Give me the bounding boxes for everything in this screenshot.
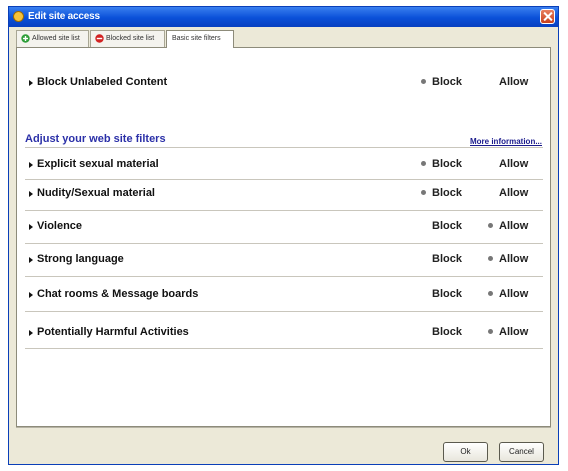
block-label: Block bbox=[432, 187, 462, 199]
expand-arrow-icon[interactable] bbox=[29, 330, 33, 336]
divider bbox=[25, 276, 543, 277]
filter-label: Explicit sexual material bbox=[37, 158, 159, 170]
block-radio[interactable] bbox=[418, 220, 429, 231]
allow-radio[interactable] bbox=[485, 253, 496, 264]
close-button[interactable] bbox=[540, 9, 555, 24]
divider bbox=[25, 311, 543, 312]
ok-button[interactable]: Ok bbox=[443, 442, 488, 462]
filter-row-violence: Violence Block Allow bbox=[27, 212, 537, 242]
allow-label: Allow bbox=[499, 187, 529, 199]
block-label: Block bbox=[432, 288, 462, 300]
divider bbox=[25, 243, 543, 244]
green-plus-icon bbox=[21, 34, 30, 43]
filter-row-harmful-activities: Potentially Harmful Activities Block All… bbox=[27, 318, 537, 348]
expand-arrow-icon[interactable] bbox=[29, 80, 33, 86]
allow-radio[interactable] bbox=[485, 288, 496, 299]
more-information-link[interactable]: More information... bbox=[470, 137, 542, 146]
tab-label: Blocked site list bbox=[106, 35, 155, 42]
filter-row-nudity: Nudity/Sexual material Block Allow bbox=[27, 179, 537, 209]
red-block-icon bbox=[95, 34, 104, 43]
allow-label: Allow bbox=[499, 158, 529, 170]
expand-arrow-icon[interactable] bbox=[29, 292, 33, 298]
allow-radio[interactable] bbox=[485, 220, 496, 231]
divider bbox=[25, 348, 543, 349]
block-radio[interactable] bbox=[418, 158, 429, 169]
block-label: Block bbox=[432, 326, 462, 338]
cancel-button[interactable]: Cancel bbox=[499, 442, 544, 462]
filter-label: Potentially Harmful Activities bbox=[37, 326, 189, 338]
filter-label: Nudity/Sexual material bbox=[37, 187, 155, 199]
expand-arrow-icon[interactable] bbox=[29, 162, 33, 168]
allow-radio[interactable] bbox=[485, 187, 496, 198]
block-radio[interactable] bbox=[418, 253, 429, 264]
block-radio[interactable] bbox=[418, 326, 429, 337]
filter-label: Chat rooms & Message boards bbox=[37, 288, 199, 300]
expand-arrow-icon[interactable] bbox=[29, 191, 33, 197]
footer-separator bbox=[16, 427, 551, 428]
section-title: Adjust your web site filters bbox=[25, 133, 166, 145]
tab-blocked-site-list[interactable]: Blocked site list bbox=[90, 30, 165, 47]
tab-label: Basic site filters bbox=[172, 35, 221, 42]
block-label: Block bbox=[432, 220, 462, 232]
filter-label: Violence bbox=[37, 220, 83, 232]
allow-radio[interactable] bbox=[485, 326, 496, 337]
filter-row-chat-rooms: Chat rooms & Message boards Block Allow bbox=[27, 280, 537, 310]
block-label: Block bbox=[432, 158, 462, 170]
allow-label: Allow bbox=[499, 76, 529, 88]
app-icon bbox=[13, 11, 24, 22]
edit-site-access-dialog: Edit site access Allowed site list Block… bbox=[8, 6, 559, 465]
tab-label: Allowed site list bbox=[32, 35, 80, 42]
filter-label: Block Unlabeled Content bbox=[37, 76, 168, 88]
allow-label: Allow bbox=[499, 253, 529, 265]
expand-arrow-icon[interactable] bbox=[29, 224, 33, 230]
allow-label: Allow bbox=[499, 220, 529, 232]
title-bar[interactable]: Edit site access bbox=[9, 7, 558, 27]
allow-label: Allow bbox=[499, 288, 529, 300]
allow-radio[interactable] bbox=[485, 158, 496, 169]
filter-row-strong-language: Strong language Block Allow bbox=[27, 245, 537, 275]
filter-row-unlabeled: Block Unlabeled Content Block Allow bbox=[27, 68, 537, 98]
block-radio[interactable] bbox=[418, 76, 429, 87]
filter-row-explicit: Explicit sexual material Block Allow bbox=[27, 150, 537, 180]
expand-arrow-icon[interactable] bbox=[29, 257, 33, 263]
divider bbox=[25, 210, 543, 211]
filters-panel: Block Unlabeled Content Block Allow Adju… bbox=[16, 47, 551, 427]
tab-basic-site-filters[interactable]: Basic site filters bbox=[166, 30, 234, 48]
window-title: Edit site access bbox=[28, 11, 100, 22]
divider bbox=[25, 147, 543, 148]
tab-allowed-site-list[interactable]: Allowed site list bbox=[16, 30, 89, 47]
allow-radio[interactable] bbox=[485, 76, 496, 87]
filter-label: Strong language bbox=[37, 253, 124, 265]
block-radio[interactable] bbox=[418, 288, 429, 299]
block-label: Block bbox=[432, 253, 462, 265]
block-label: Block bbox=[432, 76, 462, 88]
block-radio[interactable] bbox=[418, 187, 429, 198]
allow-label: Allow bbox=[499, 326, 529, 338]
